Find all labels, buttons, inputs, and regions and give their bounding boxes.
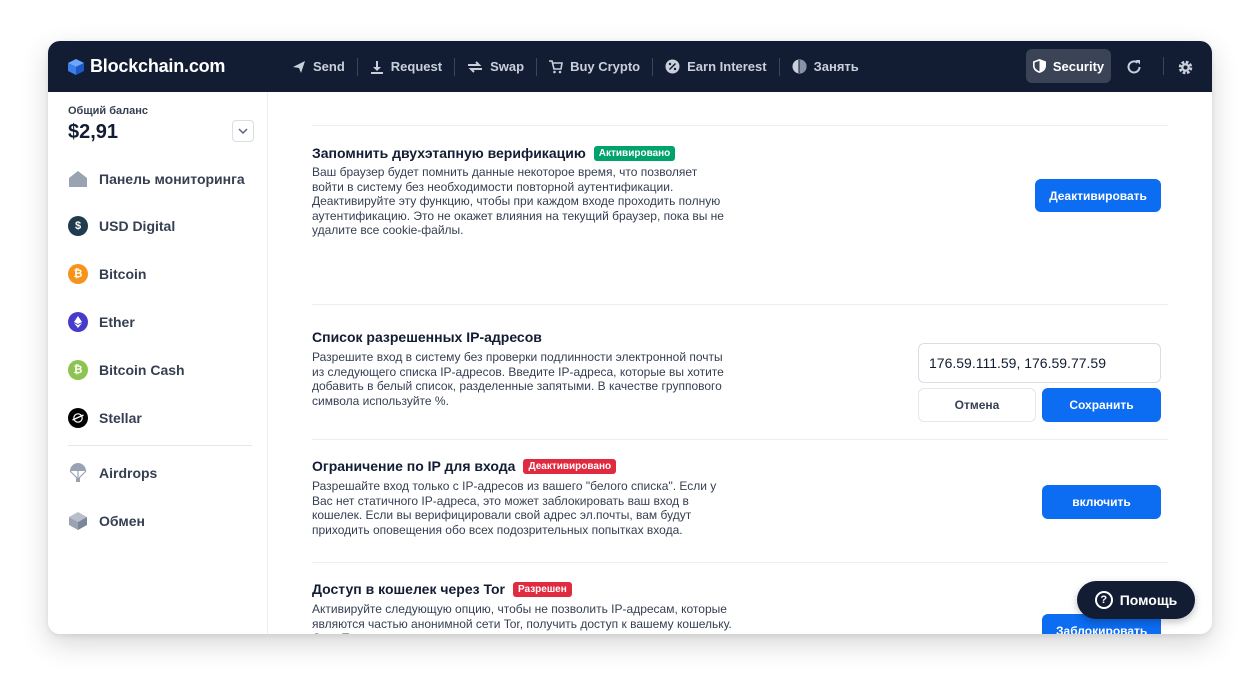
ether-icon	[68, 312, 88, 332]
sidebar-item-label: Обмен	[99, 513, 145, 529]
parachute-icon	[68, 463, 88, 483]
percent-icon	[665, 59, 680, 74]
usd-digital-icon: $	[68, 216, 88, 236]
sidebar-item-label: USD Digital	[99, 218, 176, 234]
swap-icon	[468, 60, 483, 73]
nav-request[interactable]: Request	[358, 57, 454, 77]
sidebar-item-dashboard[interactable]: Панель мониторинга	[68, 167, 245, 191]
gear-icon	[1178, 60, 1192, 74]
ip-whitelist-description: Разрешите вход в систему без проверки по…	[312, 350, 724, 408]
blockchain-logo-icon	[68, 58, 84, 75]
home-icon	[68, 169, 88, 189]
status-badge-enabled: Активировано	[593, 145, 676, 161]
nav-swap[interactable]: Swap	[455, 57, 536, 77]
refresh-icon	[1127, 60, 1141, 74]
remember-2fa-description: Ваш браузер будет помнить данные некотор…	[312, 165, 724, 237]
row-divider	[312, 562, 1168, 563]
status-badge-allowed: Разрешен	[512, 581, 572, 597]
bitcoin-icon: ₿	[68, 264, 88, 284]
sidebar-item-bitcoin-cash[interactable]: ₿ Bitcoin Cash	[68, 358, 185, 382]
sidebar-item-label: Stellar	[99, 410, 142, 426]
sidebar-item-stellar[interactable]: Stellar	[68, 406, 142, 430]
shield-icon	[1032, 59, 1046, 73]
nav-request-label: Request	[390, 59, 443, 74]
security-button[interactable]: Security	[1026, 49, 1111, 83]
balance-label: Общий баланс	[68, 105, 148, 117]
status-badge-disabled: Деактивировано	[523, 458, 617, 474]
balance-dropdown-button[interactable]	[232, 120, 254, 142]
main-nav: Send Request Swap Buy Crypto Earn Intere…	[280, 41, 871, 92]
top-nav-bar: Blockchain.com Send Request Swap Buy Cry…	[48, 41, 1212, 92]
refresh-button[interactable]	[1123, 56, 1145, 78]
nav-send-label: Send	[313, 59, 345, 74]
app-window: Blockchain.com Send Request Swap Buy Cry…	[48, 41, 1212, 634]
stellar-icon	[68, 408, 88, 428]
security-label: Security	[1052, 58, 1105, 74]
chevron-down-icon	[238, 128, 248, 134]
send-icon	[293, 60, 305, 73]
nav-buy-crypto[interactable]: Buy Crypto	[537, 57, 652, 77]
bitcoin-cash-icon: ₿	[68, 360, 88, 380]
top-divider	[1163, 57, 1164, 75]
remember-2fa-title: Запомнить двухэтапную верификацию Активи…	[312, 145, 676, 161]
logo-text: Blockchain.com	[90, 56, 226, 76]
save-button[interactable]: Сохранить	[1042, 388, 1161, 422]
nav-send[interactable]: Send	[280, 57, 357, 77]
balance-value: $2,91	[68, 121, 119, 143]
ip-whitelist-title: Список разрешенных IP-адресов	[312, 329, 542, 345]
question-icon: ?	[1094, 591, 1113, 609]
sidebar: Общий баланс $2,91 Панель мониторинга $ …	[48, 92, 268, 634]
nav-earn-interest[interactable]: Earn Interest	[653, 57, 778, 77]
logo[interactable]: Blockchain.com	[68, 56, 225, 77]
sidebar-divider	[68, 445, 252, 446]
ip-whitelist-title-text: Список разрешенных IP-адресов	[312, 329, 542, 345]
sidebar-item-ether[interactable]: Ether	[68, 310, 135, 334]
deactivate-button[interactable]: Деактивировать	[1035, 179, 1161, 212]
ip-restrict-title: Ограничение по IP для входа Деактивирова…	[312, 458, 617, 474]
row-divider	[312, 304, 1168, 305]
remember-2fa-title-text: Запомнить двухэтапную верификацию	[312, 145, 586, 161]
download-icon	[370, 60, 383, 74]
sidebar-item-label: Bitcoin	[99, 266, 147, 282]
nav-swap-label: Swap	[490, 59, 525, 74]
sidebar-item-label: Bitcoin Cash	[99, 362, 185, 378]
cart-icon	[549, 59, 564, 73]
sidebar-item-airdrops[interactable]: Airdrops	[68, 461, 157, 485]
exchange-icon	[68, 511, 88, 531]
nav-borrow-label: Занять	[813, 59, 859, 74]
nav-borrow[interactable]: Занять	[780, 57, 871, 77]
security-settings-panel: Запомнить двухэтапную верификацию Активи…	[268, 92, 1212, 634]
sidebar-item-exchange[interactable]: Обмен	[68, 509, 145, 533]
sidebar-item-label: Airdrops	[99, 465, 158, 481]
sidebar-item-label: Ether	[99, 314, 135, 330]
nav-earn-interest-label: Earn Interest	[687, 59, 767, 74]
sidebar-item-label: Панель мониторинга	[99, 171, 245, 187]
help-button[interactable]: ? Помощь	[1077, 581, 1195, 619]
cancel-button[interactable]: Отмена	[918, 388, 1036, 422]
sidebar-item-usd-digital[interactable]: $ USD Digital	[68, 214, 175, 238]
borrow-icon	[792, 59, 807, 74]
enable-button[interactable]: включить	[1042, 485, 1161, 519]
ip-whitelist-input[interactable]	[918, 343, 1161, 383]
tor-access-description: Активируйте следующую опцию, чтобы не по…	[312, 602, 732, 634]
ip-restrict-title-text: Ограничение по IP для входа	[312, 458, 516, 474]
ip-restrict-description: Разрешайте вход только с IP-адресов из в…	[312, 479, 717, 537]
nav-buy-crypto-label: Buy Crypto	[570, 59, 641, 74]
settings-button[interactable]	[1174, 56, 1196, 78]
tor-access-title: Доступ в кошелек через Tor Разрешен	[312, 581, 572, 597]
tor-access-title-text: Доступ в кошелек через Tor	[312, 581, 505, 597]
help-label: Помощь	[1119, 592, 1178, 608]
sidebar-item-bitcoin[interactable]: ₿ Bitcoin	[68, 262, 146, 286]
row-divider	[312, 125, 1168, 126]
row-divider	[312, 439, 1168, 440]
